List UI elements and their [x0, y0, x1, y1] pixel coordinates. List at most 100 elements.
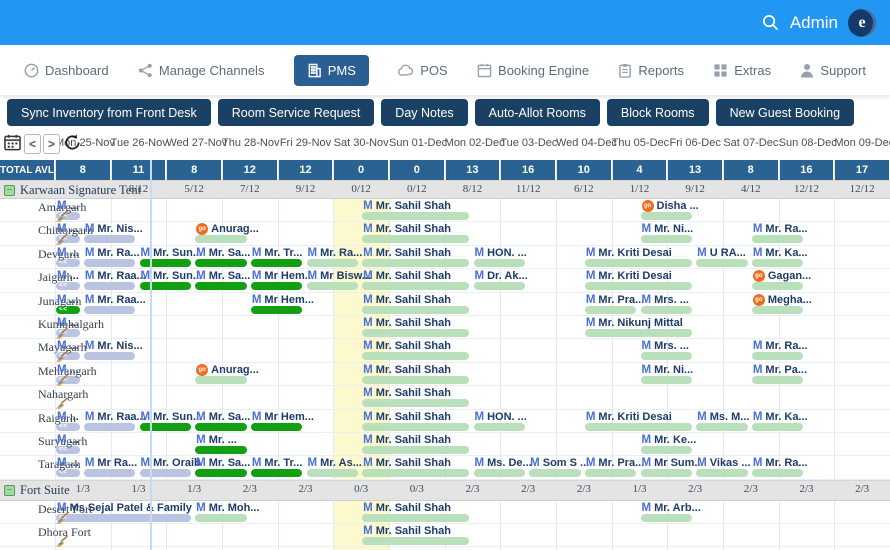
booking-bar[interactable]	[195, 514, 247, 522]
booking-bar[interactable]	[362, 352, 469, 360]
booking-bar[interactable]	[195, 259, 247, 267]
sync-inventory-from-front-desk-button[interactable]: Sync Inventory from Front Desk	[7, 99, 211, 126]
booking-chip[interactable]: MMr Hem...	[252, 294, 314, 306]
booking-chip[interactable]: MMr. Pra...	[586, 294, 644, 306]
booking-chip[interactable]: MDr. Ak...	[475, 270, 528, 282]
frozen-panel-divider[interactable]	[150, 160, 152, 550]
booking-bar[interactable]	[696, 469, 748, 477]
booking-bar[interactable]	[362, 259, 469, 267]
booking-bar[interactable]	[585, 329, 692, 337]
booking-bar[interactable]	[362, 514, 469, 522]
booking-chip[interactable]: MMr. Tr...	[252, 457, 303, 469]
nav-tab-dashboard[interactable]: Dashboard	[24, 63, 109, 78]
booking-bar[interactable]	[641, 446, 693, 454]
booking-bar[interactable]	[362, 423, 469, 431]
booking-chip[interactable]: MMr. Sahil Shah	[363, 457, 451, 469]
collapse-section-icon[interactable]: −	[4, 185, 15, 196]
booking-chip[interactable]: M...	[57, 317, 79, 329]
booking-chip[interactable]: MU RA...	[697, 247, 746, 259]
booking-chip[interactable]: MMr. As...	[308, 457, 362, 469]
booking-bar[interactable]	[195, 376, 247, 384]
booking-chip[interactable]: MMr Hem...	[252, 270, 314, 282]
booking-chip[interactable]: MMr. Ke...	[642, 434, 697, 446]
nav-tab-manage-channels[interactable]: Manage Channels	[138, 63, 265, 78]
booking-chip[interactable]: MMr. Ni...	[642, 223, 694, 235]
booking-bar[interactable]	[752, 306, 804, 314]
booking-bar[interactable]	[362, 376, 469, 384]
booking-bar[interactable]	[140, 423, 192, 431]
nav-tab-booking-engine[interactable]: Booking Engine	[477, 63, 589, 78]
booking-bar[interactable]	[752, 376, 804, 384]
booking-bar[interactable]	[752, 235, 804, 243]
booking-chip[interactable]: MHON. ...	[475, 247, 527, 259]
booking-bar[interactable]	[307, 282, 359, 290]
nav-tab-reports[interactable]: Reports	[618, 63, 684, 78]
booking-chip[interactable]: MMr. Sahil Shah	[363, 317, 451, 329]
admin-menu[interactable]: Admin	[790, 13, 838, 33]
booking-chip[interactable]: MMr. Arb...	[642, 502, 701, 514]
booking-chip[interactable]: MMr. Moh...	[196, 502, 259, 514]
booking-bar[interactable]	[362, 537, 469, 545]
booking-chip[interactable]: M...	[57, 364, 79, 376]
calendar-picker-icon[interactable]	[4, 134, 21, 151]
booking-chip[interactable]: MMr. Kriti Desai	[586, 270, 672, 282]
booking-bar[interactable]	[752, 352, 804, 360]
booking-chip[interactable]: MMr. Ni...	[642, 364, 694, 376]
nav-tab-extras[interactable]: Extras	[713, 63, 771, 78]
booking-chip[interactable]: MMr. Kriti Desai	[586, 411, 672, 423]
ezee-logo[interactable]: e	[848, 9, 876, 37]
booking-chip[interactable]: MMr. Sahil Shah	[363, 294, 451, 306]
booking-bar[interactable]	[140, 282, 192, 290]
booking-bar[interactable]	[362, 399, 469, 407]
booking-bar[interactable]	[251, 306, 303, 314]
booking-chip[interactable]: MMr. Nis...	[85, 340, 143, 352]
booking-chip[interactable]: goMegha...	[753, 294, 812, 306]
booking-chip[interactable]: MMr. Raa...	[85, 294, 146, 306]
nav-tab-pos[interactable]: POS	[398, 63, 447, 78]
booking-chip[interactable]: MMr. Sahil Shah	[363, 340, 451, 352]
booking-bar[interactable]	[585, 306, 637, 314]
booking-bar[interactable]	[362, 306, 469, 314]
booking-chip[interactable]: M...	[57, 223, 79, 235]
booking-chip[interactable]: M...	[57, 411, 79, 423]
booking-chip[interactable]: MMr. Ka...	[753, 247, 808, 259]
booking-chip[interactable]: MMr. Sa...	[196, 457, 250, 469]
booking-bar[interactable]	[251, 423, 303, 431]
booking-chip[interactable]: MMr. Sahil Shah	[363, 200, 451, 212]
auto-allot-rooms-button[interactable]: Auto-Allot Rooms	[475, 99, 600, 126]
booking-bar[interactable]	[752, 259, 804, 267]
booking-chip[interactable]: MMr. Tr...	[252, 247, 303, 259]
booking-chip[interactable]: M...	[57, 340, 79, 352]
booking-chip[interactable]: MMr. Ra...	[753, 340, 808, 352]
booking-chip[interactable]: MMr. Pra...	[586, 457, 644, 469]
booking-chip[interactable]: MMr. Raa...	[85, 411, 146, 423]
booking-bar[interactable]	[84, 282, 136, 290]
room-service-request-button[interactable]: Room Service Request	[218, 99, 375, 126]
booking-bar[interactable]	[362, 212, 469, 220]
booking-bar[interactable]	[641, 469, 693, 477]
next-week-button[interactable]: >	[43, 134, 60, 154]
booking-chip[interactable]: MMr. Sahil Shah	[363, 270, 451, 282]
booking-bar[interactable]	[362, 469, 469, 477]
booking-chip[interactable]: M...	[57, 457, 79, 469]
booking-bar[interactable]	[307, 259, 359, 267]
booking-bar[interactable]	[195, 423, 247, 431]
booking-chip[interactable]: MMr Hem...	[252, 411, 314, 423]
booking-chip[interactable]: MMr. Sahil Shah	[363, 364, 451, 376]
booking-bar[interactable]	[195, 446, 247, 454]
booking-chip[interactable]: MMr. Nis...	[85, 223, 143, 235]
booking-bar[interactable]	[195, 469, 247, 477]
booking-chip[interactable]: goAnurag...	[196, 223, 259, 235]
booking-chip[interactable]: MMrs. ...	[642, 340, 689, 352]
booking-chip[interactable]: M...	[57, 294, 79, 306]
booking-bar[interactable]	[585, 469, 637, 477]
collapse-section-icon[interactable]: −	[4, 485, 15, 496]
booking-bar[interactable]	[641, 514, 693, 522]
booking-bar[interactable]	[641, 235, 693, 243]
room-type-name[interactable]: Fort Suite	[20, 483, 70, 498]
booking-chip[interactable]: MMr. Sahil Shah	[363, 247, 451, 259]
booking-bar[interactable]	[474, 423, 526, 431]
booking-bar[interactable]	[585, 259, 692, 267]
booking-bar[interactable]	[641, 212, 693, 220]
booking-chip[interactable]: MMr. Ka...	[753, 411, 808, 423]
